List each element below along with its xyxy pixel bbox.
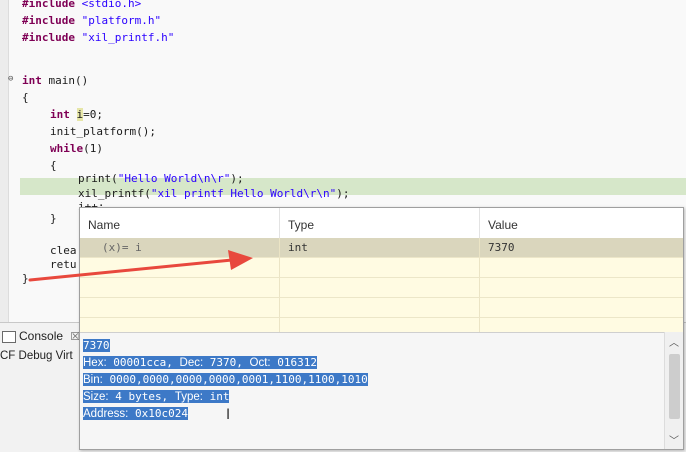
variable-value-cell: 7370	[488, 241, 515, 254]
console-icon	[2, 330, 16, 343]
code-line: xil_printf("xil printf Hello World\r\n")…	[78, 187, 350, 200]
code-line: #include <stdio.h>	[22, 0, 142, 10]
detail-line-value: 7370	[83, 339, 110, 352]
detail-line-bin: Bin: 0000,0000,0000,0000,0001,1100,1100,…	[83, 373, 368, 386]
console-tab-label: Console	[19, 329, 64, 343]
editor-gutter	[0, 0, 9, 322]
console-tab[interactable]: Console ☒	[0, 327, 80, 345]
detail-scrollbar[interactable]: ︿ ﹀	[664, 332, 683, 449]
code-line: retu	[50, 258, 77, 271]
code-line: #include "platform.h"	[22, 14, 162, 27]
variable-name-cell: (x)= i	[80, 238, 280, 257]
scroll-down-icon[interactable]: ﹀	[669, 432, 679, 447]
column-header-name[interactable]: Name	[80, 208, 280, 238]
table-row	[80, 278, 683, 298]
variable-hover-popup[interactable]: Name Type Value (x)= i int 7370 7370 Hex…	[79, 207, 684, 450]
code-line: while(1)	[50, 142, 103, 155]
column-header-value[interactable]: Value	[480, 208, 683, 238]
detail-line-hex: Hex: 00001cca, Dec: 7370, Oct: 016312	[83, 356, 318, 369]
table-row	[80, 298, 683, 318]
table-header: Name Type Value	[80, 208, 683, 239]
fold-collapse-icon[interactable]: ⊖	[8, 74, 13, 84]
code-line: #include "xil_printf.h"	[22, 31, 175, 44]
variable-type-cell: int	[280, 238, 480, 257]
code-line: int i=0;	[50, 108, 103, 121]
detail-line-size: Size: 4 bytes, Type: int	[83, 390, 230, 403]
detail-line-address: Address: 0x10c024	[83, 407, 188, 420]
scroll-thumb[interactable]	[669, 354, 680, 419]
column-header-type[interactable]: Type	[280, 208, 480, 238]
table-row	[80, 258, 683, 278]
text-cursor-icon: Ι	[226, 407, 231, 423]
code-line: init_platform();	[50, 125, 156, 138]
code-line: }	[50, 212, 57, 225]
table-row[interactable]: (x)= i int 7370	[80, 238, 683, 258]
scroll-up-icon[interactable]: ︿	[669, 334, 679, 349]
code-line: {	[50, 159, 57, 172]
value-detail-pane[interactable]: 7370 Hex: 00001cca, Dec: 7370, Oct: 0163…	[80, 332, 664, 449]
code-line: }	[22, 272, 29, 285]
code-line: int main()	[22, 74, 89, 87]
code-line: {	[22, 91, 29, 104]
console-launch-label: CF Debug Virt	[0, 350, 73, 362]
